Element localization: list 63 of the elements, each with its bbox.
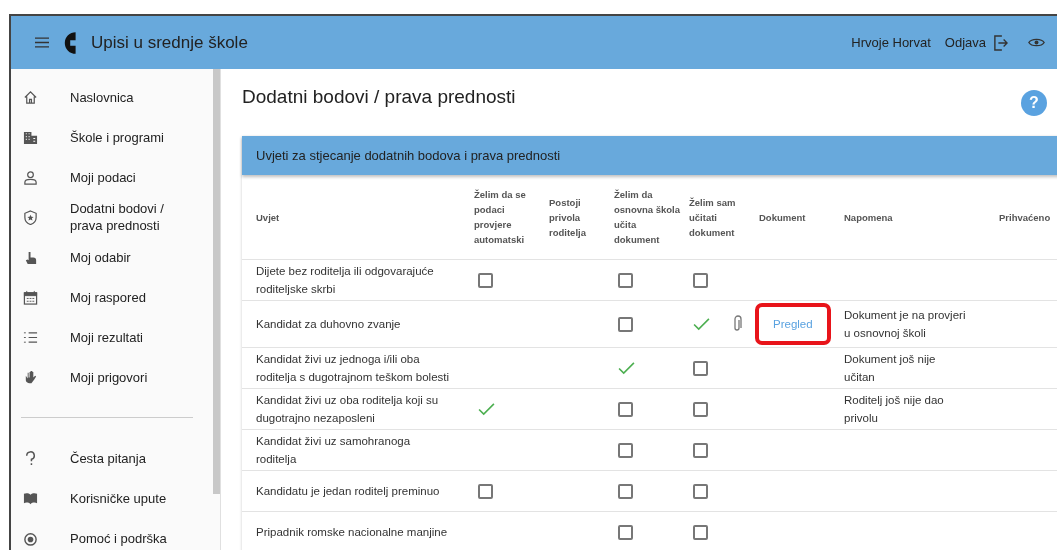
home-icon [23,89,38,105]
book-icon [23,490,38,506]
raised-hand-icon [23,369,38,385]
nav-item[interactable]: Korisničke upute [11,478,213,518]
table-cell: Dijete bez roditelja ili odgovarajuće roditeljske skrbi [256,265,434,295]
table-cell: Kandidat živi uz oba roditelja koji su dugotrajno nezaposleni [256,394,439,424]
nav-item[interactable]: Česta pitanja [11,438,213,478]
question-mark-icon [23,450,38,466]
checkbox[interactable] [618,316,633,332]
table-cell: Pripadnik romske nacionalne manjine [256,526,448,538]
checkbox[interactable] [478,272,493,288]
table-cell-text: Roditelj još nije dao privolu [844,393,945,426]
person-icon [23,169,38,185]
logout-link[interactable]: Odjava [944,35,986,50]
user-name: Hrvoje Horvat [851,35,931,50]
nav-item[interactable]: Moj odabir [11,237,213,277]
table-cell-text: Dokument je na provjeri u osnovnoj školi [844,308,967,341]
menu-icon[interactable] [35,37,49,48]
numbered-list-icon [23,329,38,345]
checkbox[interactable] [618,483,633,499]
nav-item[interactable]: Moji rezultati [11,317,213,357]
paperclip-icon[interactable] [732,315,742,333]
column-header: Želim da se podaci provjere automatski [470,175,545,260]
checkbox[interactable] [693,360,708,376]
shield-star-icon [23,209,38,225]
checkbox[interactable] [693,483,708,499]
eye-icon[interactable] [1028,37,1045,48]
checkbox[interactable] [618,524,633,540]
checkbox[interactable] [618,401,633,417]
card-header: Uvjeti za stjecanje dodatnih bodova i prava prednosti [242,136,1057,175]
checkbox[interactable] [693,272,708,288]
nav-item[interactable]: Moji prigovori [11,357,213,397]
checkbox[interactable] [618,442,633,458]
column-header: Prihvaćeno [995,175,1057,260]
nav-item[interactable]: Pomoć i podrška [11,518,213,550]
checkbox[interactable] [618,272,633,288]
calendar-icon [23,289,38,305]
pointing-hand-icon [23,249,38,265]
column-header: Dokument [755,175,840,260]
nav-item[interactable]: Škole i programi [11,117,213,157]
column-header: Napomena [840,175,995,260]
table-cell: Kandidat živi uz samohranoga roditelja [256,435,411,465]
scrollbar[interactable] [213,69,220,494]
nav-item[interactable]: Moj raspored [11,277,213,317]
table-cell-text: Dokument još nije učitan [844,352,937,385]
nav-item[interactable]: Dodatni bodovi / prava prednosti [11,197,213,237]
nav-item[interactable]: Moji podaci [11,157,213,197]
checkbox[interactable] [693,401,708,417]
checkbox[interactable] [478,483,493,499]
building-icon [23,129,38,145]
column-header: Želim da osnovna škola učita dokument [610,175,685,260]
table-cell: Kandidat za duhovno zvanje [256,318,401,330]
nav-item[interactable]: Naslovnica [11,77,213,117]
page-title: Dodatni bodovi / prava prednosti [242,86,517,108]
checkbox[interactable] [693,442,708,458]
logout-icon[interactable] [994,34,1008,51]
column-header: Postoji privola roditelja [545,175,610,260]
column-header: Želim sam učitati dokument [685,175,755,260]
checkbox[interactable] [693,524,708,540]
column-header: Uvjet [242,175,470,260]
table-cell: Kandidat živi uz jednoga i/ili oba roditelja s dugotrajnom teškom bolesti [256,353,450,383]
table-cell: Kandidatu je jedan roditelj preminuo [256,485,440,497]
app-title: Upisi u srednje škole [91,32,248,53]
